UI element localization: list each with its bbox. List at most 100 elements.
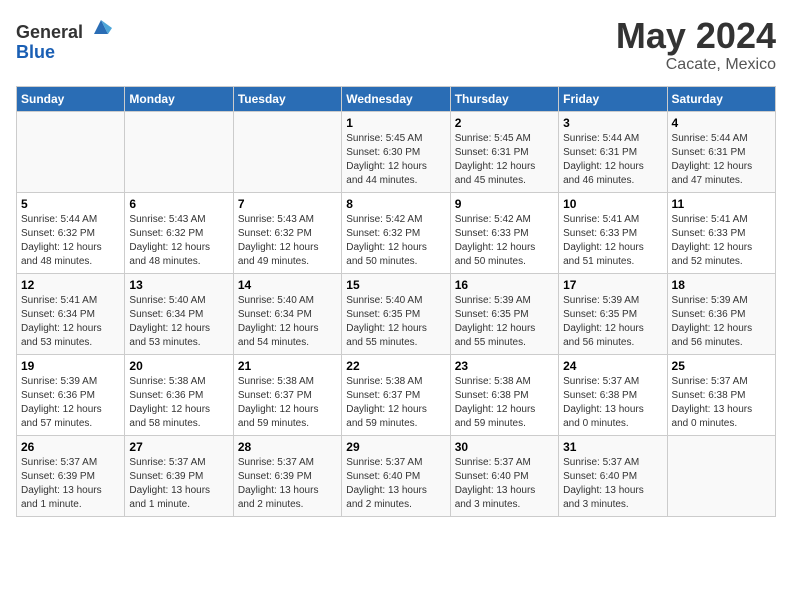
- day-number: 15: [346, 278, 445, 292]
- calendar-header: Sunday Monday Tuesday Wednesday Thursday…: [17, 86, 776, 111]
- calendar-cell: 23Sunrise: 5:38 AM Sunset: 6:38 PM Dayli…: [450, 354, 558, 435]
- calendar-cell: 25 Sunrise: 5:37 AM Sunset: 6:38 PM Dayli…: [667, 354, 775, 435]
- day-info: Sunrise: 5:37 AM Sunset: 6:38 PM Dayligh…: [672, 375, 771, 431]
- day-info: Sunrise: 5:37 AM Sunset: 6:40 PM Dayligh…: [346, 456, 445, 512]
- day-info: Sunrise: 5:39 AM Sunset: 6:35 PM Dayligh…: [455, 294, 554, 350]
- day-info: Sunrise: 5:44 AM Sunset: 6:31 PM Dayligh…: [672, 132, 771, 188]
- calendar-cell: 19 Sunrise: 5:39 AM Sunset: 6:36 PM Dayli…: [17, 354, 125, 435]
- calendar-week-row: 26 Sunrise: 5:37 AM Sunset: 6:39 PM Dayli…: [17, 435, 776, 516]
- day-info: Sunrise: 5:37 AM Sunset: 6:39 PM Dayligh…: [21, 456, 120, 512]
- day-number: 9: [455, 197, 554, 211]
- day-number: 6: [129, 197, 228, 211]
- day-info: Sunrise: 5:42 AM Sunset: 6:33 PM Dayligh…: [455, 213, 554, 269]
- calendar-body: 1 Sunrise: 5:45 AM Sunset: 6:30 PM Daylig…: [17, 111, 776, 516]
- day-number: 14: [238, 278, 337, 292]
- calendar-cell: 31 Sunrise: 5:37 AM Sunset: 6:40 PM Dayli…: [559, 435, 667, 516]
- day-info: Sunrise: 5:45 AM Sunset: 6:31 PM Dayligh…: [455, 132, 554, 188]
- day-info: Sunrise: 5:37 AM Sunset: 6:38 PM Dayligh…: [563, 375, 662, 431]
- calendar-cell: 30Sunrise: 5:37 AM Sunset: 6:40 PM Dayli…: [450, 435, 558, 516]
- calendar-cell: [17, 111, 125, 192]
- header-saturday: Saturday: [667, 86, 775, 111]
- day-number: 25: [672, 359, 771, 373]
- day-number: 24: [563, 359, 662, 373]
- calendar-cell: 4 Sunrise: 5:44 AM Sunset: 6:31 PM Daylig…: [667, 111, 775, 192]
- day-number: 28: [238, 440, 337, 454]
- day-number: 29: [346, 440, 445, 454]
- header-row: Sunday Monday Tuesday Wednesday Thursday…: [17, 86, 776, 111]
- calendar-cell: 3 Sunrise: 5:44 AM Sunset: 6:31 PM Daylig…: [559, 111, 667, 192]
- day-info: Sunrise: 5:37 AM Sunset: 6:39 PM Dayligh…: [129, 456, 228, 512]
- day-number: 21: [238, 359, 337, 373]
- page-header: General Blue May 2024 Cacate, Mexico: [16, 16, 776, 74]
- day-info: Sunrise: 5:43 AM Sunset: 6:32 PM Dayligh…: [238, 213, 337, 269]
- calendar-cell: 12Sunrise: 5:41 AM Sunset: 6:34 PM Dayli…: [17, 273, 125, 354]
- day-number: 26: [21, 440, 120, 454]
- day-info: Sunrise: 5:39 AM Sunset: 6:36 PM Dayligh…: [672, 294, 771, 350]
- day-info: Sunrise: 5:38 AM Sunset: 6:37 PM Dayligh…: [346, 375, 445, 431]
- title-block: May 2024 Cacate, Mexico: [616, 16, 776, 74]
- day-number: 16: [455, 278, 554, 292]
- calendar-cell: 21 Sunrise: 5:38 AM Sunset: 6:37 PM Dayli…: [233, 354, 341, 435]
- calendar-cell: [125, 111, 233, 192]
- header-friday: Friday: [559, 86, 667, 111]
- day-number: 13: [129, 278, 228, 292]
- calendar-cell: 29 Sunrise: 5:37 AM Sunset: 6:40 PM Dayli…: [342, 435, 450, 516]
- calendar-week-row: 5Sunrise: 5:44 AM Sunset: 6:32 PM Daylig…: [17, 192, 776, 273]
- calendar-cell: 6Sunrise: 5:43 AM Sunset: 6:32 PM Daylig…: [125, 192, 233, 273]
- day-number: 18: [672, 278, 771, 292]
- calendar-cell: 22Sunrise: 5:38 AM Sunset: 6:37 PM Dayli…: [342, 354, 450, 435]
- calendar-cell: 1 Sunrise: 5:45 AM Sunset: 6:30 PM Daylig…: [342, 111, 450, 192]
- calendar-cell: 15Sunrise: 5:40 AM Sunset: 6:35 PM Dayli…: [342, 273, 450, 354]
- day-number: 2: [455, 116, 554, 130]
- day-info: Sunrise: 5:45 AM Sunset: 6:30 PM Dayligh…: [346, 132, 445, 188]
- day-info: Sunrise: 5:39 AM Sunset: 6:36 PM Dayligh…: [21, 375, 120, 431]
- header-sunday: Sunday: [17, 86, 125, 111]
- day-number: 11: [672, 197, 771, 211]
- header-tuesday: Tuesday: [233, 86, 341, 111]
- day-info: Sunrise: 5:41 AM Sunset: 6:33 PM Dayligh…: [672, 213, 771, 269]
- calendar-cell: 27 Sunrise: 5:37 AM Sunset: 6:39 PM Dayli…: [125, 435, 233, 516]
- calendar-cell: 17Sunrise: 5:39 AM Sunset: 6:35 PM Dayli…: [559, 273, 667, 354]
- day-number: 7: [238, 197, 337, 211]
- day-number: 19: [21, 359, 120, 373]
- header-monday: Monday: [125, 86, 233, 111]
- calendar-cell: 5Sunrise: 5:44 AM Sunset: 6:32 PM Daylig…: [17, 192, 125, 273]
- logo-blue: Blue: [16, 42, 55, 62]
- day-info: Sunrise: 5:44 AM Sunset: 6:31 PM Dayligh…: [563, 132, 662, 188]
- day-info: Sunrise: 5:41 AM Sunset: 6:34 PM Dayligh…: [21, 294, 120, 350]
- header-thursday: Thursday: [450, 86, 558, 111]
- calendar-subtitle: Cacate, Mexico: [616, 56, 776, 74]
- calendar-cell: 13 Sunrise: 5:40 AM Sunset: 6:34 PM Dayli…: [125, 273, 233, 354]
- day-info: Sunrise: 5:41 AM Sunset: 6:33 PM Dayligh…: [563, 213, 662, 269]
- day-number: 31: [563, 440, 662, 454]
- day-info: Sunrise: 5:37 AM Sunset: 6:40 PM Dayligh…: [563, 456, 662, 512]
- calendar-cell: 10Sunrise: 5:41 AM Sunset: 6:33 PM Dayli…: [559, 192, 667, 273]
- calendar-cell: 24 Sunrise: 5:37 AM Sunset: 6:38 PM Dayli…: [559, 354, 667, 435]
- calendar-cell: [233, 111, 341, 192]
- logo-general: General: [16, 22, 83, 42]
- calendar-title: May 2024: [616, 16, 776, 56]
- day-info: Sunrise: 5:38 AM Sunset: 6:37 PM Dayligh…: [238, 375, 337, 431]
- day-number: 4: [672, 116, 771, 130]
- day-info: Sunrise: 5:44 AM Sunset: 6:32 PM Dayligh…: [21, 213, 120, 269]
- calendar-cell: 16 Sunrise: 5:39 AM Sunset: 6:35 PM Dayli…: [450, 273, 558, 354]
- day-number: 1: [346, 116, 445, 130]
- day-number: 20: [129, 359, 228, 373]
- day-number: 27: [129, 440, 228, 454]
- day-info: Sunrise: 5:38 AM Sunset: 6:38 PM Dayligh…: [455, 375, 554, 431]
- calendar-cell: 18 Sunrise: 5:39 AM Sunset: 6:36 PM Dayli…: [667, 273, 775, 354]
- day-info: Sunrise: 5:40 AM Sunset: 6:34 PM Dayligh…: [129, 294, 228, 350]
- calendar-cell: 9 Sunrise: 5:42 AM Sunset: 6:33 PM Daylig…: [450, 192, 558, 273]
- calendar-cell: 7 Sunrise: 5:43 AM Sunset: 6:32 PM Daylig…: [233, 192, 341, 273]
- day-info: Sunrise: 5:42 AM Sunset: 6:32 PM Dayligh…: [346, 213, 445, 269]
- calendar-cell: 26 Sunrise: 5:37 AM Sunset: 6:39 PM Dayli…: [17, 435, 125, 516]
- day-number: 3: [563, 116, 662, 130]
- logo-text: General Blue: [16, 16, 112, 63]
- logo-icon: [90, 16, 112, 38]
- calendar-week-row: 1 Sunrise: 5:45 AM Sunset: 6:30 PM Daylig…: [17, 111, 776, 192]
- calendar-cell: 2 Sunrise: 5:45 AM Sunset: 6:31 PM Daylig…: [450, 111, 558, 192]
- calendar-week-row: 19 Sunrise: 5:39 AM Sunset: 6:36 PM Dayli…: [17, 354, 776, 435]
- calendar-cell: 8Sunrise: 5:42 AM Sunset: 6:32 PM Daylig…: [342, 192, 450, 273]
- header-wednesday: Wednesday: [342, 86, 450, 111]
- day-info: Sunrise: 5:40 AM Sunset: 6:34 PM Dayligh…: [238, 294, 337, 350]
